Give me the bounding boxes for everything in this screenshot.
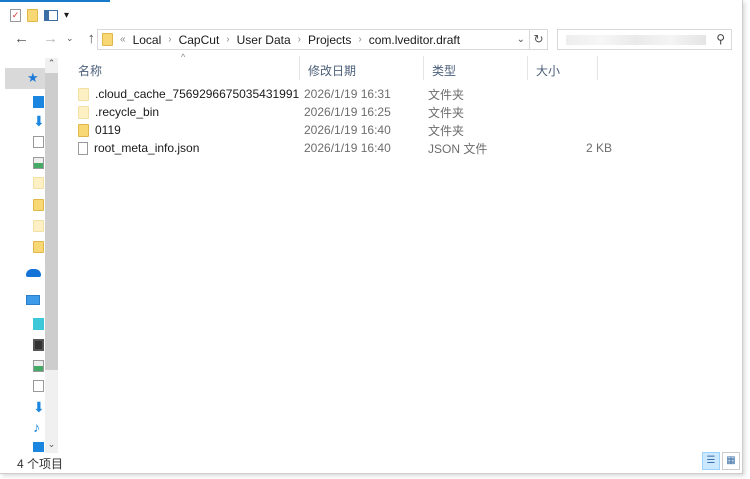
search-input[interactable]: ⚲: [557, 29, 732, 50]
star-icon: ★: [27, 70, 39, 85]
folder-icon[interactable]: [33, 220, 44, 232]
file-type: 文件夹: [428, 87, 465, 102]
this-pc-icon[interactable]: [26, 295, 40, 305]
file-date: 2026/1/19 16:40: [304, 123, 391, 137]
layout-icon[interactable]: [44, 9, 58, 21]
folder-icon: [102, 33, 113, 46]
scroll-up-icon[interactable]: ⌃: [45, 58, 58, 72]
address-dropdown-icon[interactable]: ⌄: [517, 34, 525, 45]
chevron-right-icon[interactable]: ›: [298, 34, 301, 45]
file-row[interactable]: .cloud_cache_7569296675035431991 2026/1/…: [78, 85, 612, 103]
navigation-pane: ★ ⬇ ⬇ ♪ ⌃ ⌄: [0, 58, 58, 453]
hidden-folder-icon: [78, 87, 89, 101]
music-icon[interactable]: ♪: [33, 420, 44, 434]
file-icon: [78, 141, 88, 155]
details-view-icon[interactable]: ☰: [702, 452, 720, 470]
desktop-icon[interactable]: [33, 442, 44, 452]
breadcrumb-local[interactable]: Local: [133, 33, 162, 47]
address-bar[interactable]: « Local › CapCut › User Data › Projects › co…: [97, 29, 530, 50]
nav-scrollbar[interactable]: ⌃ ⌄: [45, 58, 58, 453]
scroll-down-icon[interactable]: ⌄: [45, 439, 58, 453]
search-icon[interactable]: ⚲: [716, 32, 725, 46]
large-icons-view-icon[interactable]: ▦: [722, 452, 740, 470]
file-type: JSON 文件: [428, 141, 488, 156]
onedrive-icon[interactable]: [26, 269, 41, 277]
hidden-folder-icon: [78, 105, 89, 119]
documents-icon[interactable]: [33, 380, 44, 392]
file-row[interactable]: root_meta_info.json 2026/1/19 16:40 JSON…: [78, 139, 612, 157]
pictures-icon[interactable]: [33, 360, 44, 372]
3d-objects-icon[interactable]: [33, 318, 44, 330]
file-date: 2026/1/19 16:25: [304, 105, 391, 119]
file-name: root_meta_info.json: [94, 141, 200, 155]
folder-icon[interactable]: [33, 177, 44, 189]
up-button[interactable]: ↑: [88, 30, 96, 47]
breadcrumb-capcut[interactable]: CapCut: [179, 33, 220, 47]
folder-icon[interactable]: [33, 199, 44, 211]
breadcrumb-projects[interactable]: Projects: [308, 33, 351, 47]
file-date: 2026/1/19 16:40: [304, 141, 391, 155]
quick-access-item[interactable]: ★: [5, 68, 45, 89]
quick-access-toolbar: ✓ ▾: [10, 6, 69, 24]
documents-icon[interactable]: [33, 136, 44, 148]
chevron-right-icon[interactable]: ›: [168, 34, 171, 45]
item-count: 4 个项目: [17, 457, 64, 471]
file-name: 0119: [95, 123, 121, 137]
scrollbar-thumb[interactable]: [45, 73, 58, 370]
downloads-icon[interactable]: ⬇: [33, 400, 45, 414]
file-type: 文件夹: [428, 123, 465, 138]
chevron-right-icon[interactable]: ›: [358, 34, 361, 45]
blurred-search-text: [566, 35, 706, 45]
downloads-icon[interactable]: ⬇: [33, 114, 45, 128]
column-header-date[interactable]: 修改日期: [300, 56, 424, 80]
column-headers: 名称 修改日期 类型 大小: [70, 56, 600, 80]
new-folder-icon[interactable]: [27, 8, 38, 22]
column-header-type[interactable]: 类型: [424, 56, 528, 80]
refresh-button[interactable]: ↻: [530, 29, 548, 50]
file-name: .cloud_cache_7569296675035431991: [95, 87, 300, 101]
file-type: 文件夹: [428, 105, 465, 120]
breadcrumb-draft[interactable]: com.lveditor.draft: [369, 33, 460, 47]
file-size: 2 KB: [585, 141, 612, 155]
breadcrumb-user-data[interactable]: User Data: [237, 33, 291, 47]
folder-icon[interactable]: [33, 241, 44, 253]
folder-icon: [78, 123, 89, 137]
overflow-chevron[interactable]: «: [120, 34, 126, 45]
properties-icon[interactable]: ✓: [10, 8, 21, 22]
forward-button[interactable]: →: [43, 30, 58, 47]
pictures-icon[interactable]: [33, 157, 44, 169]
file-row[interactable]: 0119 2026/1/19 16:40 文件夹: [78, 121, 612, 139]
file-row[interactable]: .recycle_bin 2026/1/19 16:25 文件夹: [78, 103, 612, 121]
view-switcher: ☰ ▦: [702, 452, 740, 470]
title-accent: [0, 0, 110, 2]
desktop-icon[interactable]: [33, 96, 44, 108]
customize-toolbar-button[interactable]: ▾: [64, 10, 69, 21]
back-button[interactable]: ←: [14, 30, 29, 47]
file-date: 2026/1/19 16:31: [304, 87, 391, 101]
file-name: .recycle_bin: [95, 105, 160, 119]
recent-locations-button[interactable]: ⌄: [66, 33, 74, 44]
column-header-name[interactable]: 名称: [70, 56, 300, 80]
column-header-size[interactable]: 大小: [528, 56, 598, 80]
explorer-window: ✓ ▾ ← → ⌄ ↑ « Local › CapCut › User Data › …: [0, 0, 743, 474]
videos-icon[interactable]: [33, 339, 44, 351]
navigation-buttons: ← → ⌄ ↑: [14, 30, 95, 47]
chevron-right-icon[interactable]: ›: [226, 34, 229, 45]
